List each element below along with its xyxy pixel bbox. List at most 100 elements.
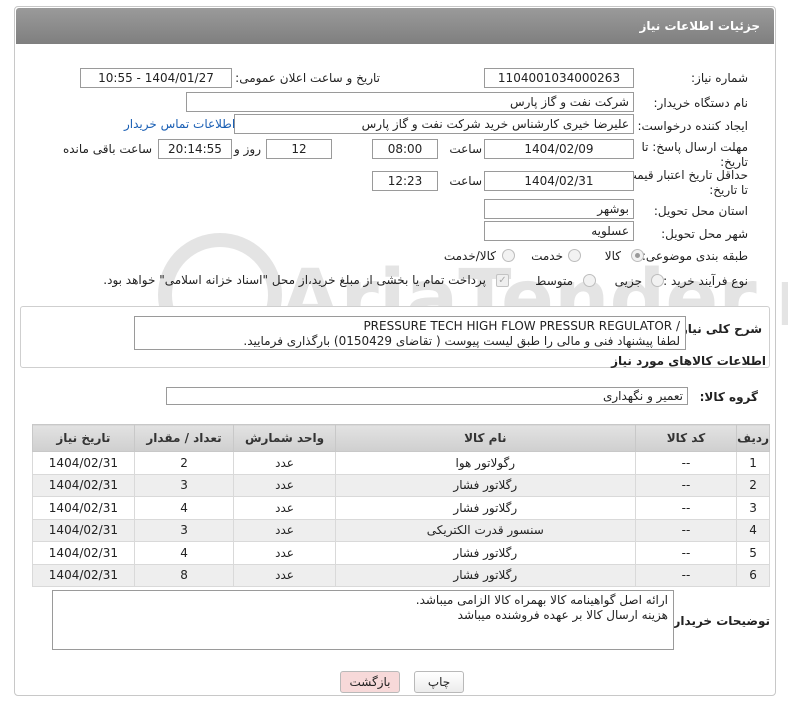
cell-name: رگلاتور فشار (334, 473, 636, 497)
process-radio-minor[interactable] (651, 274, 664, 287)
table-row: 3 -- رگلاتور فشار عدد 4 1404/02/31 (32, 496, 770, 520)
cell-date: 1404/02/31 (32, 473, 135, 497)
reply-date-field: 1404/02/09 (484, 139, 634, 159)
col-code: کد کالا (634, 424, 738, 452)
goods-section-title: اطلاعات کالاهای مورد نیاز (611, 354, 766, 368)
category-option-goods: کالا (604, 249, 621, 263)
province-field: بوشهر (484, 199, 634, 219)
cell-unit: عدد (233, 496, 336, 520)
cell-unit: عدد (233, 518, 336, 542)
summary-textarea[interactable]: PRESSURE TECH HIGH FLOW PRESSUR REGULATO… (134, 316, 686, 350)
announce-label: تاریخ و ساعت اعلان عمومی: (235, 71, 380, 85)
cell-code: -- (634, 563, 738, 587)
process-option-minor: جزیی (614, 274, 642, 288)
days-label: روز و (234, 142, 261, 156)
price-deadline-label: حداقل تاریخ اعتبار قیمت: (621, 168, 748, 182)
goods-table-header: ردیف کد کالا نام کالا واحد شمارش تعداد /… (32, 424, 770, 452)
category-label: طبقه بندی موضوعی: (641, 249, 748, 263)
cell-unit: عدد (233, 451, 336, 475)
need-number-label: شماره نیاز: (691, 71, 748, 85)
buyer-contact-link[interactable]: اطلاعات تماس خریدار (124, 117, 235, 131)
category-radio-service[interactable] (568, 249, 581, 262)
reply-deadline-label: مهلت ارسال پاسخ: تا (641, 140, 748, 154)
buyer-org-field: شرکت نفت و گاز پارس (186, 92, 634, 112)
summary-line-1: PRESSURE TECH HIGH FLOW PRESSUR REGULATO… (363, 319, 680, 333)
price-deadline-label-2: تا تاریخ: (709, 183, 748, 197)
goods-group-field: تعمیر و نگهداری (166, 387, 688, 405)
buyer-org-label: نام دستگاه خریدار: (653, 96, 749, 110)
cell-name: سنسور قدرت الکتریکی (334, 518, 636, 542)
price-time-label: ساعت (449, 174, 482, 188)
remaining-time-field: 20:14:55 (158, 139, 232, 159)
cell-unit: عدد (233, 473, 336, 497)
cell-date: 1404/02/31 (32, 451, 135, 475)
category-option-goods-service: کالا/خدمت (443, 249, 496, 263)
col-date: تاریخ نیاز (32, 424, 135, 452)
cell-unit: عدد (233, 541, 336, 565)
buyer-notes-line-1: ارائه اصل گواهینامه کالا بهمراه کالا الز… (415, 593, 668, 607)
table-row: 2 -- رگلاتور فشار عدد 3 1404/02/31 (32, 473, 770, 497)
cell-name: رگولاتور هوا (334, 451, 636, 475)
summary-line-2: لطفا پیشنهاد فنی و مالی را طبق لیست پیوس… (243, 334, 680, 348)
reply-deadline-label-2: تاریخ: (720, 155, 748, 169)
province-label: استان محل تحویل: (653, 204, 748, 218)
cell-code: -- (634, 473, 738, 497)
category-option-service: خدمت (531, 249, 563, 263)
print-button[interactable]: چاپ (414, 671, 464, 693)
cell-row: 6 (736, 563, 770, 587)
cell-name: رگلاتور فشار (334, 541, 636, 565)
cell-date: 1404/02/31 (32, 496, 135, 520)
process-option-medium: متوسط (535, 274, 573, 288)
cell-date: 1404/02/31 (32, 518, 135, 542)
col-name: نام کالا (334, 424, 636, 452)
city-field: عسلویه (484, 221, 634, 241)
cell-qty: 8 (133, 563, 235, 587)
cell-unit: عدد (233, 563, 336, 587)
cell-date: 1404/02/31 (32, 563, 135, 587)
goods-group-label: گروه کالا: (699, 390, 758, 404)
buyer-notes-label: توضیحات خریدار: (668, 614, 770, 628)
process-label: نوع فرآیند خرید : (663, 274, 748, 288)
price-date-field: 1404/02/31 (484, 171, 634, 191)
col-row: ردیف (736, 424, 770, 452)
city-label: شهر محل تحویل: (661, 227, 748, 241)
cell-row: 4 (736, 518, 770, 542)
treasury-checkbox[interactable]: ✓ (496, 274, 509, 287)
remaining-label: ساعت باقی مانده (62, 142, 152, 156)
days-field: 12 (266, 139, 332, 159)
cell-qty: 4 (133, 541, 235, 565)
process-radio-medium[interactable] (583, 274, 596, 287)
cell-qty: 4 (133, 496, 235, 520)
buyer-notes-textarea[interactable]: ارائه اصل گواهینامه کالا بهمراه کالا الز… (52, 590, 674, 650)
cell-qty: 3 (133, 473, 235, 497)
cell-row: 2 (736, 473, 770, 497)
need-number-field: 1104001034000263 (484, 68, 634, 88)
back-button[interactable]: بازگشت (340, 671, 400, 693)
reply-time-field: 08:00 (372, 139, 438, 159)
cell-code: -- (634, 496, 738, 520)
table-row: 1 -- رگولاتور هوا عدد 2 1404/02/31 (32, 451, 770, 475)
summary-label: شرح کلی نیاز: (676, 322, 762, 336)
cell-name: رگلاتور فشار (334, 563, 636, 587)
cell-row: 5 (736, 541, 770, 565)
cell-qty: 2 (133, 451, 235, 475)
buyer-notes-line-2: هزینه ارسال کالا بر عهده فروشنده میباشد (457, 608, 668, 622)
col-qty: تعداد / مقدار (133, 424, 235, 452)
category-radio-goods-service[interactable] (502, 249, 515, 262)
cell-row: 3 (736, 496, 770, 520)
cell-name: رگلاتور فشار (334, 496, 636, 520)
goods-table: ردیف کد کالا نام کالا واحد شمارش تعداد /… (32, 424, 770, 587)
table-row: 6 -- رگلاتور فشار عدد 8 1404/02/31 (32, 563, 770, 587)
col-unit: واحد شمارش (233, 424, 336, 452)
price-time-field: 12:23 (372, 171, 438, 191)
creator-label: ایجاد کننده درخواست: (637, 119, 748, 133)
cell-row: 1 (736, 451, 770, 475)
table-row: 5 -- رگلاتور فشار عدد 4 1404/02/31 (32, 541, 770, 565)
cell-code: -- (634, 451, 738, 475)
table-row: 4 -- سنسور قدرت الکتریکی عدد 3 1404/02/3… (32, 518, 770, 542)
cell-code: -- (634, 541, 738, 565)
category-radio-goods[interactable] (631, 249, 644, 262)
announce-field: 1404/01/27 - 10:55 (80, 68, 232, 88)
cell-code: -- (634, 518, 738, 542)
cell-date: 1404/02/31 (32, 541, 135, 565)
